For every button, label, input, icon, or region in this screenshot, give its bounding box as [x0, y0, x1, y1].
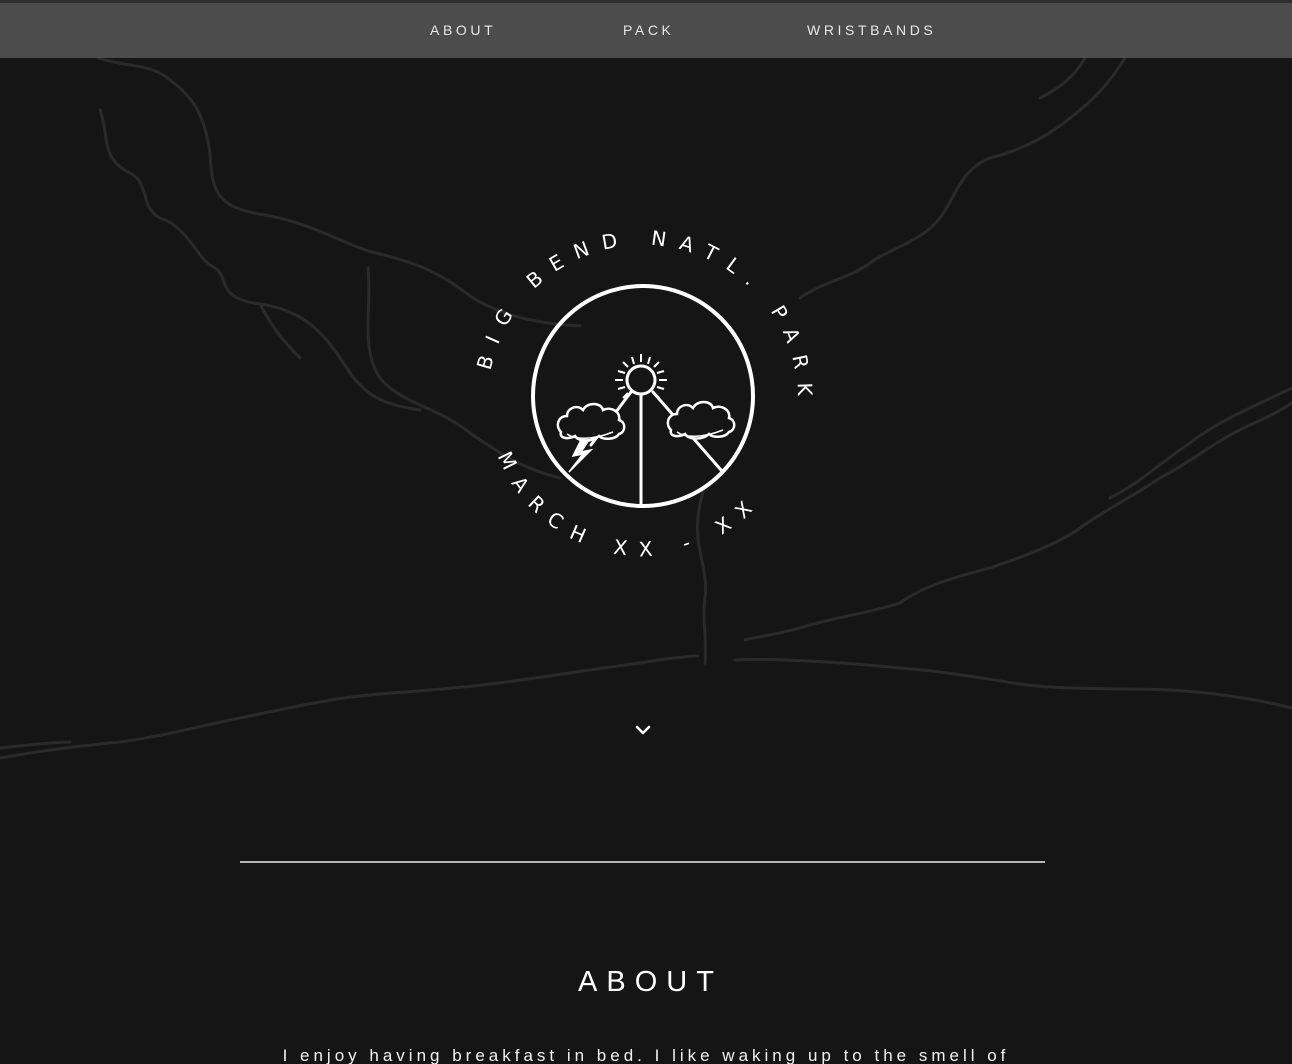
big-bend-badge-logo: BIG BEND NATL. PARK MARCH XX - XX [472, 226, 804, 562]
about-paragraph: I enjoy having breakfast in bed. I like … [282, 1046, 1010, 1064]
page: ABOUT PACK WRISTBANDS BIG BEND NATL. PAR… [0, 0, 1292, 1064]
nav-link-about[interactable]: ABOUT [430, 22, 496, 38]
section-divider [240, 861, 1045, 863]
about-heading: ABOUT [578, 966, 723, 998]
top-navbar: ABOUT PACK WRISTBANDS [0, 3, 1292, 58]
cloud-icon [666, 400, 736, 440]
nav-link-pack[interactable]: PACK [623, 22, 675, 38]
chevron-down-icon[interactable] [630, 718, 656, 742]
storm-cloud-icon [556, 402, 626, 473]
nav-link-wristbands[interactable]: WRISTBANDS [807, 22, 936, 38]
